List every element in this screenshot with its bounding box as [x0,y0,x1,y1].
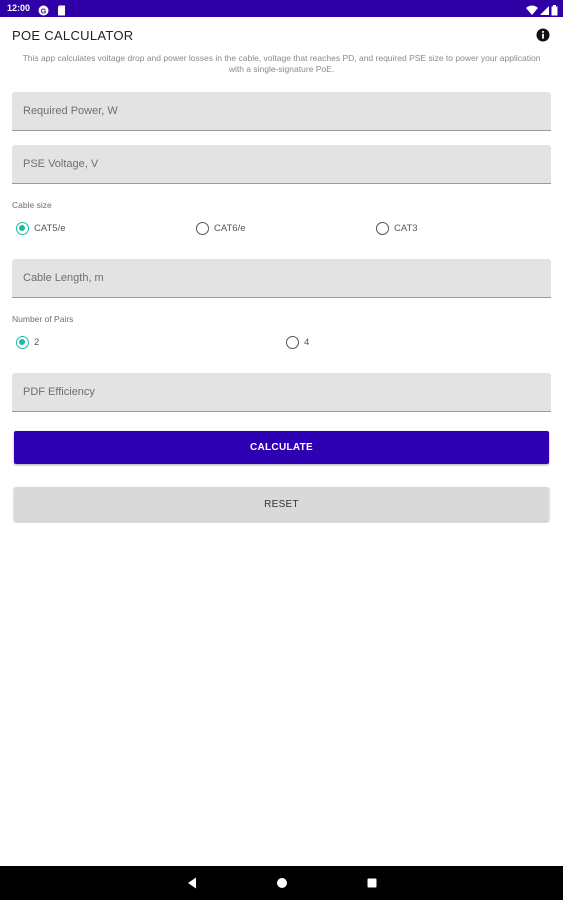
navigation-bar [0,866,563,900]
radio-label: 4 [304,336,310,348]
reset-button[interactable]: RESET [14,487,549,521]
status-time: 12:00 [7,3,31,13]
radio-button-checked-icon[interactable] [16,335,29,349]
required-power-field[interactable] [12,92,551,131]
cable-size-label: Cable size [12,200,52,210]
signal-icon [540,3,549,21]
pairs-label: Number of Pairs [12,314,74,324]
battery-icon [551,3,558,21]
info-icon[interactable] [536,28,550,42]
pse-voltage-field[interactable] [12,145,551,184]
pdf-efficiency-field[interactable] [12,373,551,412]
radio-cat5e[interactable]: CAT5/e [16,220,66,236]
page-title: POE CALCULATOR [12,28,134,43]
back-icon[interactable] [185,876,199,890]
radio-button-unchecked-icon[interactable] [286,335,299,349]
radio-cat3[interactable]: CAT3 [376,220,418,236]
radio-cat6e[interactable]: CAT6/e [196,220,246,236]
radio-button-unchecked-icon[interactable] [376,221,389,235]
radio-button-checked-icon[interactable] [16,221,29,235]
radio-pairs-2[interactable]: 2 [16,334,39,350]
wifi-icon [526,3,538,21]
pdf-efficiency-input[interactable] [12,373,551,411]
radio-label: CAT3 [394,222,418,234]
cable-length-input[interactable] [12,259,551,297]
calculate-button[interactable]: CALCULATE [14,431,549,464]
app-description: This app calculates voltage drop and pow… [22,53,541,74]
radio-pairs-4[interactable]: 4 [286,334,309,350]
radio-label: 2 [34,336,40,348]
status-bar: 12:00 G [0,0,563,17]
home-icon[interactable] [275,876,289,890]
recents-icon[interactable] [365,876,379,890]
required-power-input[interactable] [12,92,551,130]
radio-label: CAT6/e [214,222,246,234]
pse-voltage-input[interactable] [12,145,551,183]
radio-label: CAT5/e [34,222,66,234]
radio-button-unchecked-icon[interactable] [196,221,209,235]
app-notification-icon: G [38,3,49,21]
cable-length-field[interactable] [12,259,551,298]
sim-card-icon [57,3,66,21]
svg-text:G: G [41,8,47,15]
